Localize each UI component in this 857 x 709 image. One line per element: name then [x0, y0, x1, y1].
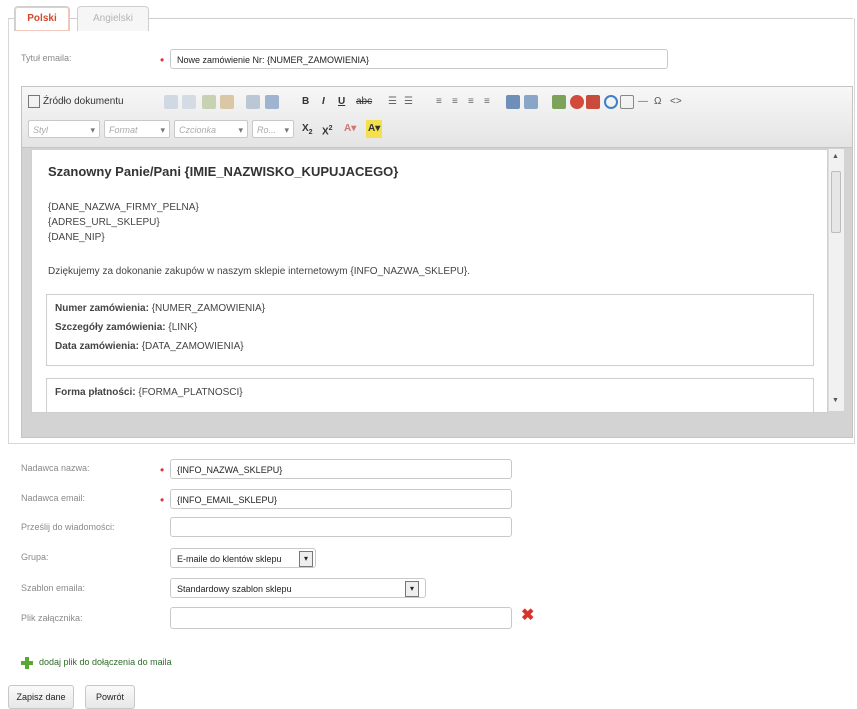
tab-angielski[interactable]: Angielski [77, 6, 149, 31]
source-label: Źródło dokumentu [43, 96, 124, 107]
subscript-icon[interactable]: X2 [302, 120, 313, 138]
chevron-down-icon: ▾ [284, 125, 289, 135]
sender-email-label: Nadawca email: [21, 493, 86, 503]
scroll-thumb[interactable] [831, 171, 841, 233]
find-icon[interactable] [506, 95, 520, 109]
required-star: • [160, 493, 165, 507]
cut-icon[interactable] [164, 95, 178, 109]
italic-icon[interactable]: I [322, 93, 325, 111]
back-button[interactable]: Powrót [85, 685, 135, 709]
sender-name-input[interactable]: {INFO_NAZWA_SKLEPU} [170, 459, 512, 479]
group-select[interactable]: E-maile do klentów sklepu ▾ [170, 548, 316, 568]
payment-row: Forma płatności: {FORMA_PLATNOSCI} [55, 387, 243, 398]
add-icon[interactable] [21, 657, 33, 669]
payment-box: Forma płatności: {FORMA_PLATNOSCI} [46, 378, 814, 412]
order-info-box: Numer zamówienia: {NUMER_ZAMOWIENIA} Szc… [46, 294, 814, 366]
forward-input[interactable] [170, 517, 512, 537]
justify-icon[interactable]: ≡ [484, 93, 490, 111]
delete-icon[interactable]: ✖ [521, 608, 534, 624]
flash-icon[interactable] [570, 95, 584, 109]
text-color-icon[interactable]: A▾ [344, 120, 356, 138]
align-right-icon[interactable]: ≡ [468, 93, 474, 111]
chevron-down-icon: ▾ [90, 125, 95, 135]
numbered-list-icon[interactable]: ☰ [388, 93, 397, 111]
strike-icon[interactable]: abc [356, 93, 372, 111]
table-icon[interactable] [620, 95, 634, 109]
editor-scrollbar[interactable]: ▲ ▼ [828, 149, 844, 411]
chevron-down-icon: ▾ [238, 125, 243, 135]
thanks-text: Dziękujemy za dokonanie zakupów w naszym… [48, 266, 471, 277]
editor-toolbar: Źródło dokumentu B I U abc ☰ ☰ ≡ ≡ ≡ ≡ —… [22, 87, 852, 148]
chevron-down-icon[interactable]: ▾ [405, 581, 419, 597]
nip-placeholder: {DANE_NIP} [48, 232, 105, 243]
order-date-row: Data zamówienia: {DATA_ZAMOWIENIA} [55, 341, 244, 352]
attachment-input[interactable] [170, 607, 512, 629]
greeting-text: Szanowny Panie/Pani {IMIE_NAZWISKO_KUPUJ… [48, 164, 399, 179]
size-select[interactable]: Ro... ▾ [252, 120, 294, 138]
order-number-row: Numer zamówienia: {NUMER_ZAMOWIENIA} [55, 303, 266, 314]
attachment-label: Plik załącznika: [21, 613, 83, 623]
sender-email-input[interactable]: {INFO_EMAIL_SKLEPU} [170, 489, 512, 509]
chevron-down-icon: ▾ [160, 125, 165, 135]
align-center-icon[interactable]: ≡ [452, 93, 458, 111]
superscript-icon[interactable]: X2 [322, 120, 333, 138]
group-label: Grupa: [21, 552, 49, 562]
chevron-down-icon[interactable]: ▾ [299, 551, 313, 567]
replace-icon[interactable] [524, 95, 538, 109]
subject-label: Tytuł emaila: [21, 53, 72, 63]
undo-icon[interactable] [246, 95, 260, 109]
copy-icon[interactable] [182, 95, 196, 109]
youtube-icon[interactable] [586, 95, 600, 109]
underline-icon[interactable]: U [338, 93, 345, 111]
style-select[interactable]: Styl ▾ [28, 120, 100, 138]
required-star: • [160, 463, 165, 477]
template-label: Szablon emaila: [21, 583, 86, 593]
image-icon[interactable] [552, 95, 566, 109]
forward-label: Prześlij do wiadomości: [21, 522, 115, 532]
save-button[interactable]: Zapisz dane [8, 685, 74, 709]
scroll-up-icon[interactable]: ▲ [832, 153, 839, 160]
paste-icon[interactable] [202, 95, 216, 109]
code-icon[interactable]: <> [670, 93, 682, 111]
horizontal-line-icon[interactable]: — [638, 93, 648, 111]
bg-color-icon[interactable]: A▾ [366, 120, 383, 138]
bold-icon[interactable]: B [302, 93, 309, 111]
editor-content[interactable]: Szanowny Panie/Pani {IMIE_NAZWISKO_KUPUJ… [31, 149, 828, 413]
source-button[interactable]: Źródło dokumentu [28, 93, 138, 111]
bulleted-list-icon[interactable]: ☰ [404, 93, 413, 111]
scroll-down-icon[interactable]: ▼ [832, 397, 839, 404]
paste-word-icon[interactable] [220, 95, 234, 109]
rich-text-editor: Źródło dokumentu B I U abc ☰ ☰ ≡ ≡ ≡ ≡ —… [21, 86, 853, 438]
required-star: • [160, 53, 165, 67]
tab-polski[interactable]: Polski [14, 6, 70, 31]
font-select[interactable]: Czcionka ▾ [174, 120, 248, 138]
source-icon [28, 94, 40, 108]
order-details-row: Szczegóły zamówienia: {LINK} [55, 322, 198, 333]
align-left-icon[interactable]: ≡ [436, 93, 442, 111]
company-name-placeholder: {DANE_NAZWA_FIRMY_PELNA} [48, 202, 199, 213]
template-select[interactable]: Standardowy szablon sklepu ▾ [170, 578, 426, 598]
special-char-icon[interactable]: Ω [654, 93, 661, 111]
format-select[interactable]: Format ▾ [104, 120, 170, 138]
sender-name-label: Nadawca nazwa: [21, 463, 90, 473]
shop-url-placeholder: {ADRES_URL_SKLEPU} [48, 217, 160, 228]
link-icon[interactable] [604, 95, 618, 109]
redo-icon[interactable] [265, 95, 279, 109]
subject-input[interactable]: Nowe zamówienie Nr: {NUMER_ZAMOWIENIA} [170, 49, 668, 69]
add-file-link[interactable]: dodaj plik do dołączenia do maila [39, 657, 172, 667]
